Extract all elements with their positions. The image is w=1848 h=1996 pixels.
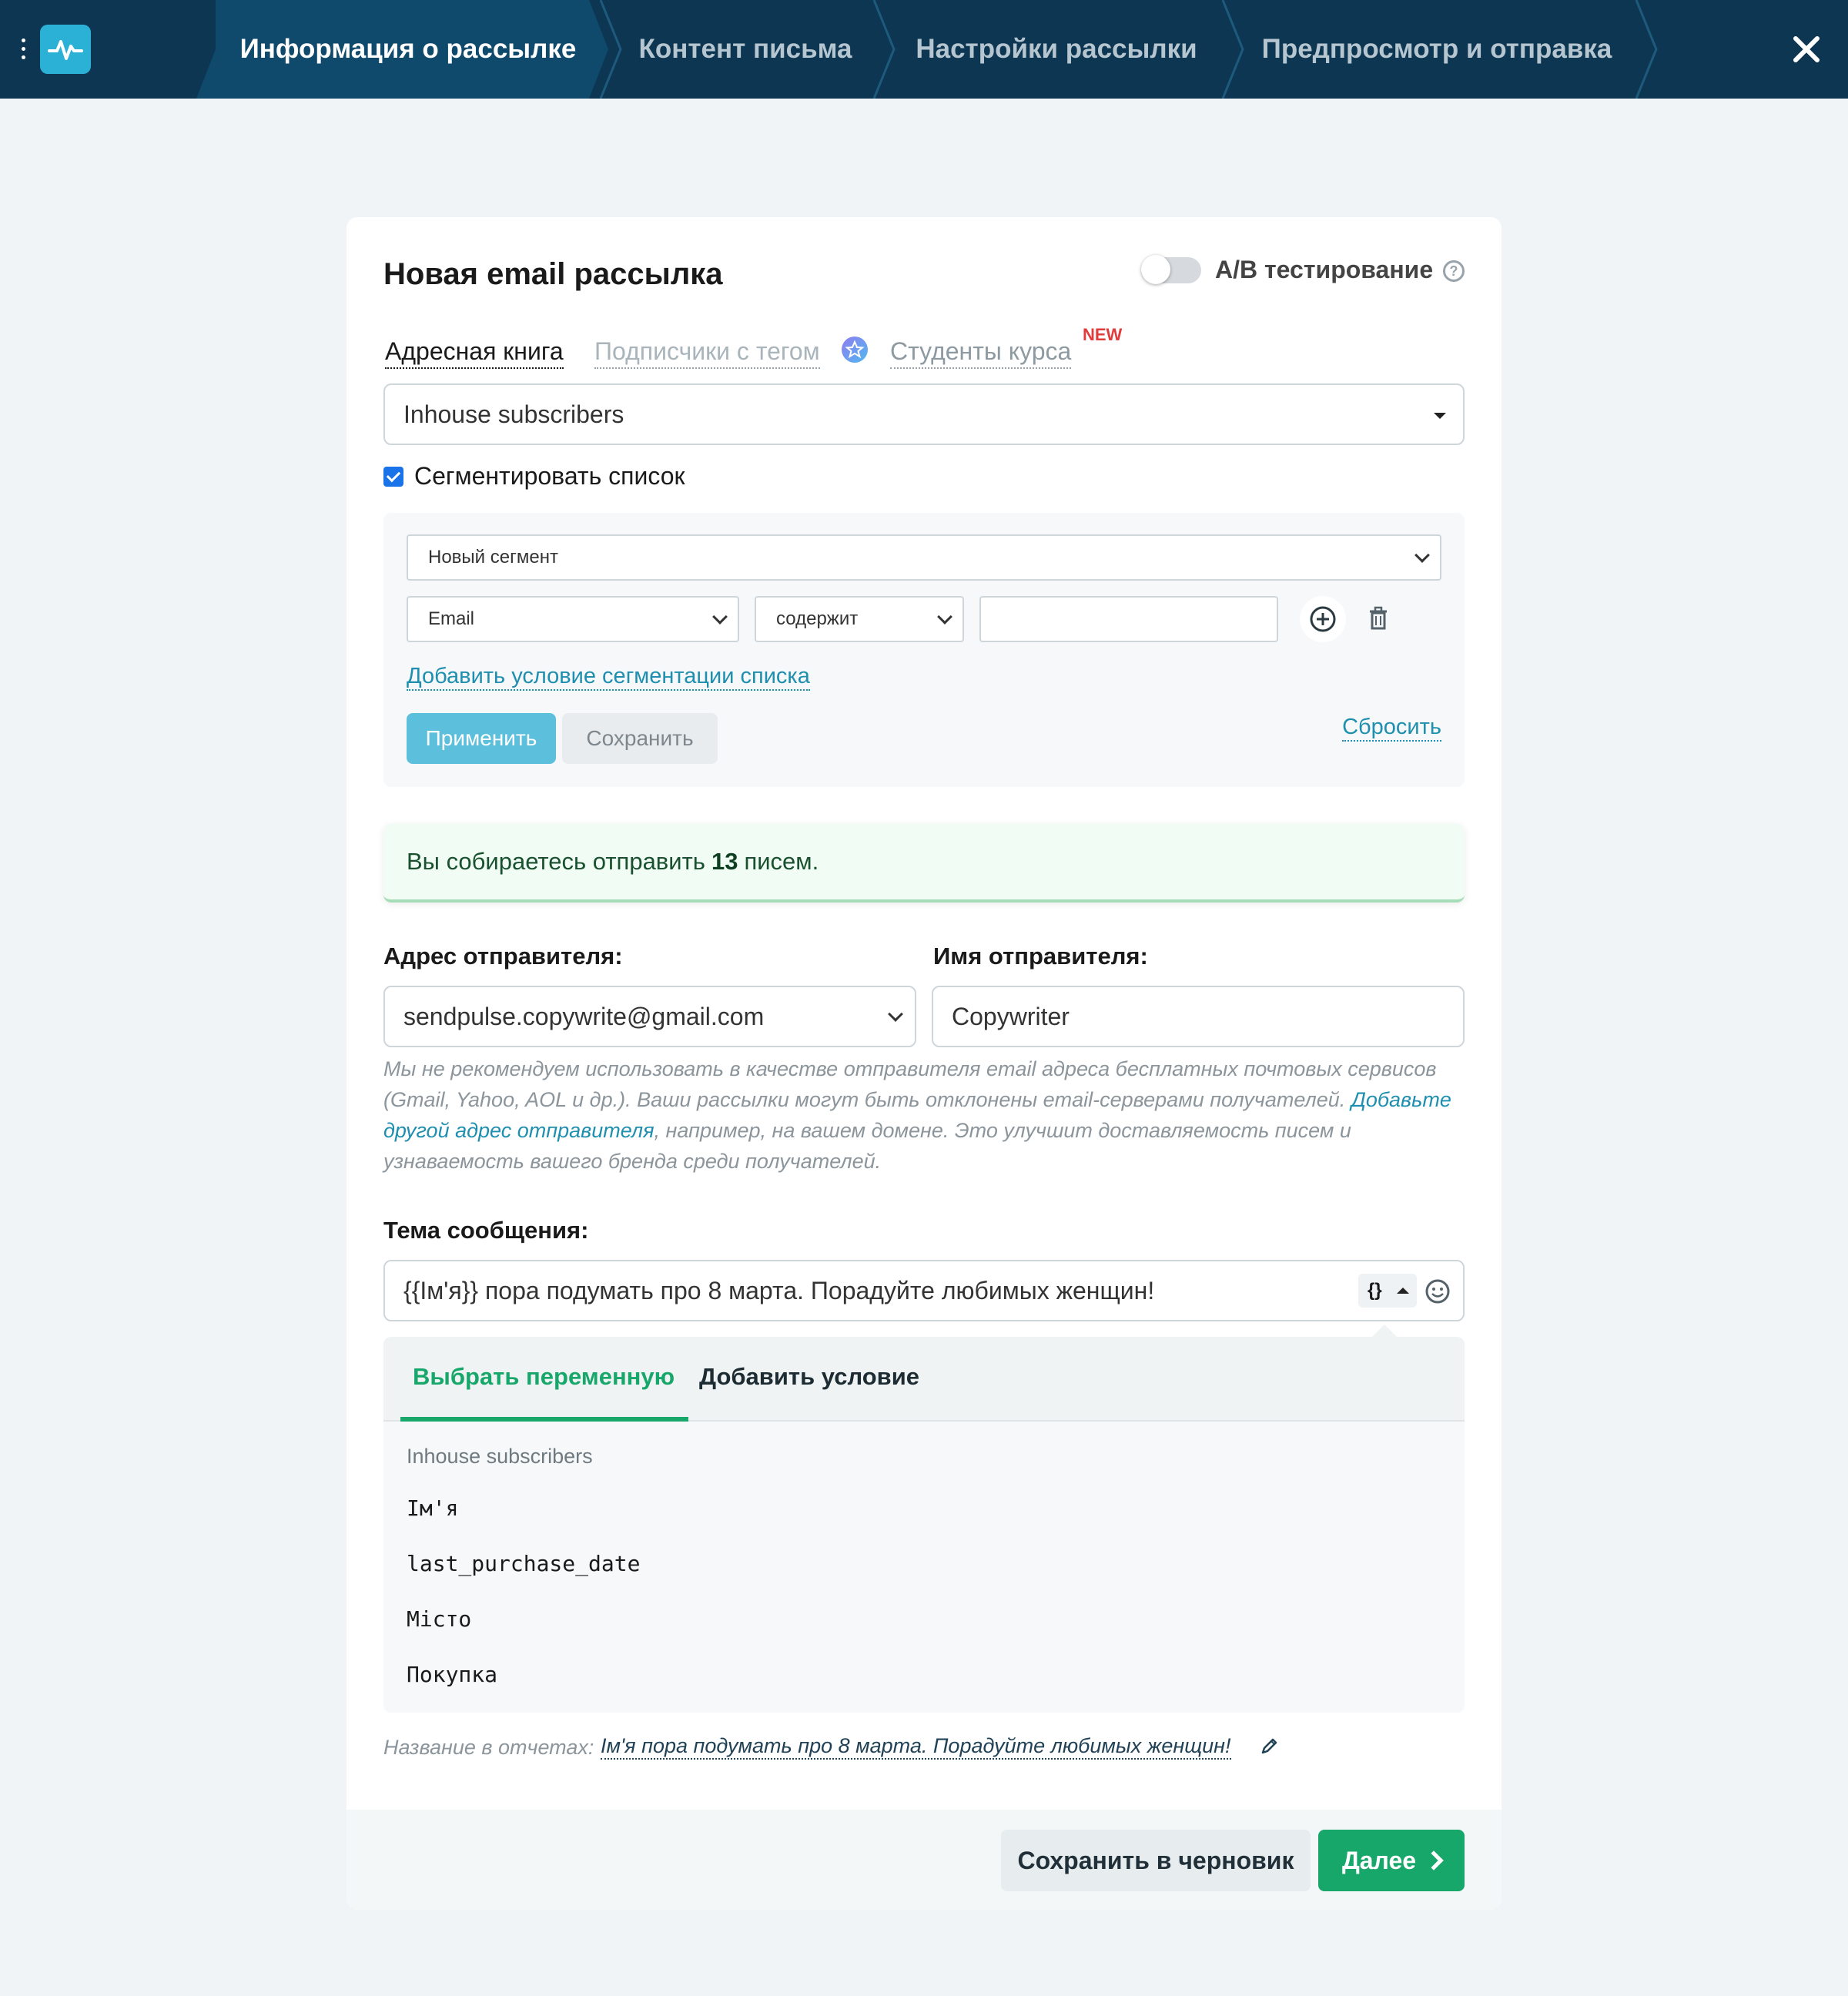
sender-address-select[interactable]: sendpulse.copywrite@gmail.com (383, 986, 916, 1047)
segment-select-value: Новый сегмент (428, 547, 558, 568)
close-icon[interactable] (1788, 31, 1825, 68)
chevron-down-icon (937, 609, 952, 625)
save-draft-button[interactable]: Сохранить в черновик (1001, 1830, 1311, 1891)
condition-field-value: Email (428, 608, 475, 629)
new-badge: NEW (1083, 325, 1123, 344)
step-content[interactable]: Контент письма (616, 0, 875, 99)
notice-suffix: писем. (744, 848, 819, 875)
condition-operator-select[interactable]: содержит (755, 596, 964, 642)
subject-value: {{Ім'я}} пора подумать про 8 марта. Пора… (403, 1276, 1155, 1304)
variable-item[interactable]: last_purchase_date (407, 1551, 640, 1576)
caret-down-icon (1434, 413, 1446, 419)
sender-name-input[interactable]: Copywriter (932, 986, 1465, 1047)
notice-prefix: Вы собираетесь отправить (407, 848, 705, 875)
segment-builder: Новый сегмент Email содержит Добавить ус… (383, 513, 1465, 787)
sender-warning-hint: Мы не рекомендуем использовать в качеств… (383, 1053, 1465, 1177)
ab-test-label: A/B тестирование (1215, 256, 1434, 283)
variable-item[interactable]: Покупка (407, 1662, 497, 1687)
sender-name-label: Имя отправителя: (933, 943, 1148, 970)
report-name-label: Название в отчетах: (383, 1736, 594, 1759)
report-name-value[interactable]: Ім'я пора подумать про 8 марта. Порадуйт… (601, 1734, 1231, 1760)
step-info[interactable]: Информация о рассылке (223, 0, 593, 99)
apply-button[interactable]: Применить (407, 713, 556, 764)
sender-name-value: Copywriter (952, 1002, 1070, 1030)
step-preview-send[interactable]: Предпросмотр и отправка (1240, 0, 1634, 99)
page-title: Новая email рассылка (383, 257, 723, 291)
chevron-down-icon (712, 609, 728, 625)
tab-address-book[interactable]: Адресная книга (385, 337, 564, 369)
next-button-label: Далее (1341, 1846, 1417, 1874)
chevron-down-icon (888, 1006, 903, 1022)
tab-tagged-subscribers[interactable]: Подписчики с тегом (594, 337, 820, 369)
insert-variable-button[interactable]: {} (1358, 1274, 1417, 1308)
variable-item[interactable]: Місто (407, 1606, 471, 1632)
variable-braces-icon: {} (1368, 1280, 1382, 1301)
notice-count: 13 (711, 848, 738, 875)
trash-icon[interactable] (1355, 596, 1401, 642)
address-book-select-value: Inhouse subscribers (403, 400, 624, 428)
add-segment-condition-link[interactable]: Добавить условие сегментации списка (407, 664, 810, 691)
ab-test-toggle[interactable] (1141, 255, 1201, 284)
variable-item[interactable]: Ім'я (407, 1495, 458, 1521)
reset-link[interactable]: Сбросить (1342, 715, 1441, 742)
recipient-count-notice: Вы собираетесь отправить 13 писем. (383, 824, 1465, 903)
sender-address-label: Адрес отправителя: (383, 943, 623, 970)
hint-text-1: Мы не рекомендуем использовать в качеств… (383, 1057, 1437, 1111)
tab-add-condition[interactable]: Добавить условие (699, 1363, 919, 1391)
variable-panel: Выбрать переменную Добавить условие Inho… (383, 1337, 1465, 1713)
next-button[interactable]: Далее (1318, 1830, 1465, 1891)
emoji-icon[interactable] (1424, 1278, 1451, 1304)
add-condition-icon[interactable] (1300, 596, 1346, 642)
caret-up-icon (1397, 1288, 1409, 1294)
subject-label: Тема сообщения: (383, 1217, 589, 1244)
segment-checkbox-label: Сегментировать список (414, 462, 685, 490)
active-tab-indicator (400, 1417, 688, 1422)
sender-address-value: sendpulse.copywrite@gmail.com (403, 1002, 765, 1030)
address-book-select[interactable]: Inhouse subscribers (383, 383, 1465, 445)
segment-checkbox[interactable] (383, 467, 403, 487)
condition-operator-value: содержит (776, 608, 859, 629)
campaign-form-card: Новая email рассылка A/B тестирование ? … (346, 217, 1502, 1910)
chevron-down-icon (1414, 548, 1430, 563)
top-navigation-bar: Информация о рассылке Контент письма Нас… (0, 0, 1848, 99)
step-settings[interactable]: Настройки рассылки (893, 0, 1220, 99)
condition-field-select[interactable]: Email (407, 596, 739, 642)
help-icon[interactable]: ? (1443, 260, 1465, 282)
variable-panel-tabs: Выбрать переменную Добавить условие (383, 1337, 1465, 1422)
save-segment-button[interactable]: Сохранить (562, 713, 718, 764)
edit-pencil-icon[interactable] (1257, 1734, 1281, 1759)
subject-input[interactable]: {{Ім'я}} пора подумать про 8 марта. Пора… (383, 1260, 1465, 1321)
variable-group-title: Inhouse subscribers (407, 1445, 593, 1468)
panel-pointer (1372, 1325, 1397, 1337)
chevron-right-icon (1424, 1850, 1444, 1870)
tab-choose-variable[interactable]: Выбрать переменную (413, 1363, 675, 1391)
premium-star-icon (841, 336, 869, 363)
condition-value-input[interactable] (979, 596, 1278, 642)
segment-select[interactable]: Новый сегмент (407, 534, 1441, 581)
tab-course-students[interactable]: Студенты курса (890, 337, 1072, 369)
